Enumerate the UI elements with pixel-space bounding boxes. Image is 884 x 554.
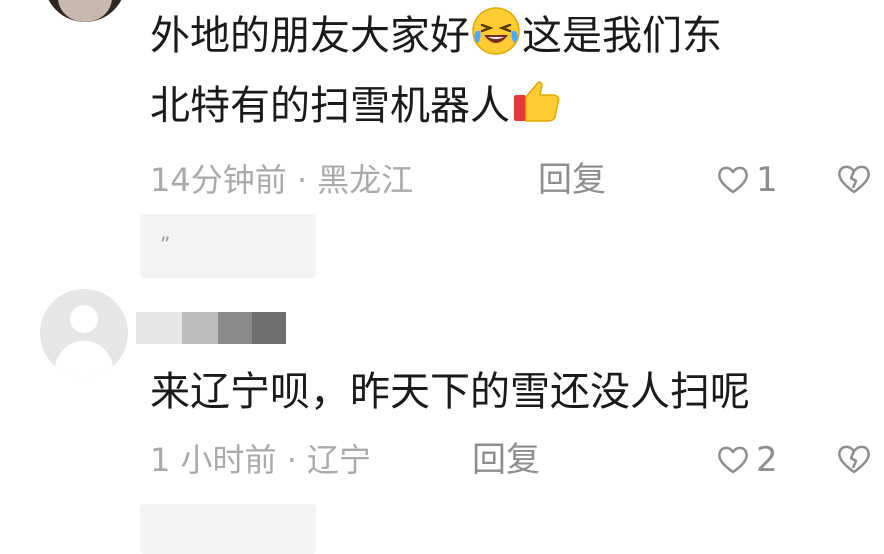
heart-outline-icon	[718, 446, 748, 474]
dislike-button[interactable]	[836, 443, 872, 479]
comment-meta: 14分钟前 · 黑龙江	[150, 161, 414, 199]
reply-button[interactable]: 回复	[538, 160, 606, 200]
like-count: 2	[756, 440, 778, 480]
broken-heart-icon	[838, 165, 870, 194]
like-button[interactable]: 1	[716, 160, 778, 200]
comment-text-line: 北特有的扫雪机器人	[150, 74, 562, 138]
comment-text-line: 来辽宁呗，昨天下的雪还没人扫呢	[150, 369, 750, 415]
sub-reply-placeholder	[140, 504, 316, 554]
reply-button[interactable]: 回复	[472, 440, 540, 480]
heart-outline-icon	[718, 166, 748, 194]
like-button[interactable]: 2	[716, 440, 778, 480]
thumbs-up-emoji-icon	[510, 75, 562, 127]
laughing-emoji-icon	[470, 5, 522, 57]
like-count: 1	[756, 160, 778, 200]
broken-heart-icon	[838, 445, 870, 474]
quote-mark: „	[160, 220, 171, 244]
user-avatar[interactable]	[44, 0, 126, 22]
comment-text-line: 外地的朋友大家好 这是我们东	[150, 4, 722, 68]
comment-meta: 1 小时前 · 辽宁	[150, 441, 372, 479]
default-avatar-icon[interactable]	[40, 289, 128, 377]
dislike-button[interactable]	[836, 163, 872, 199]
username-blurred[interactable]	[136, 312, 286, 344]
